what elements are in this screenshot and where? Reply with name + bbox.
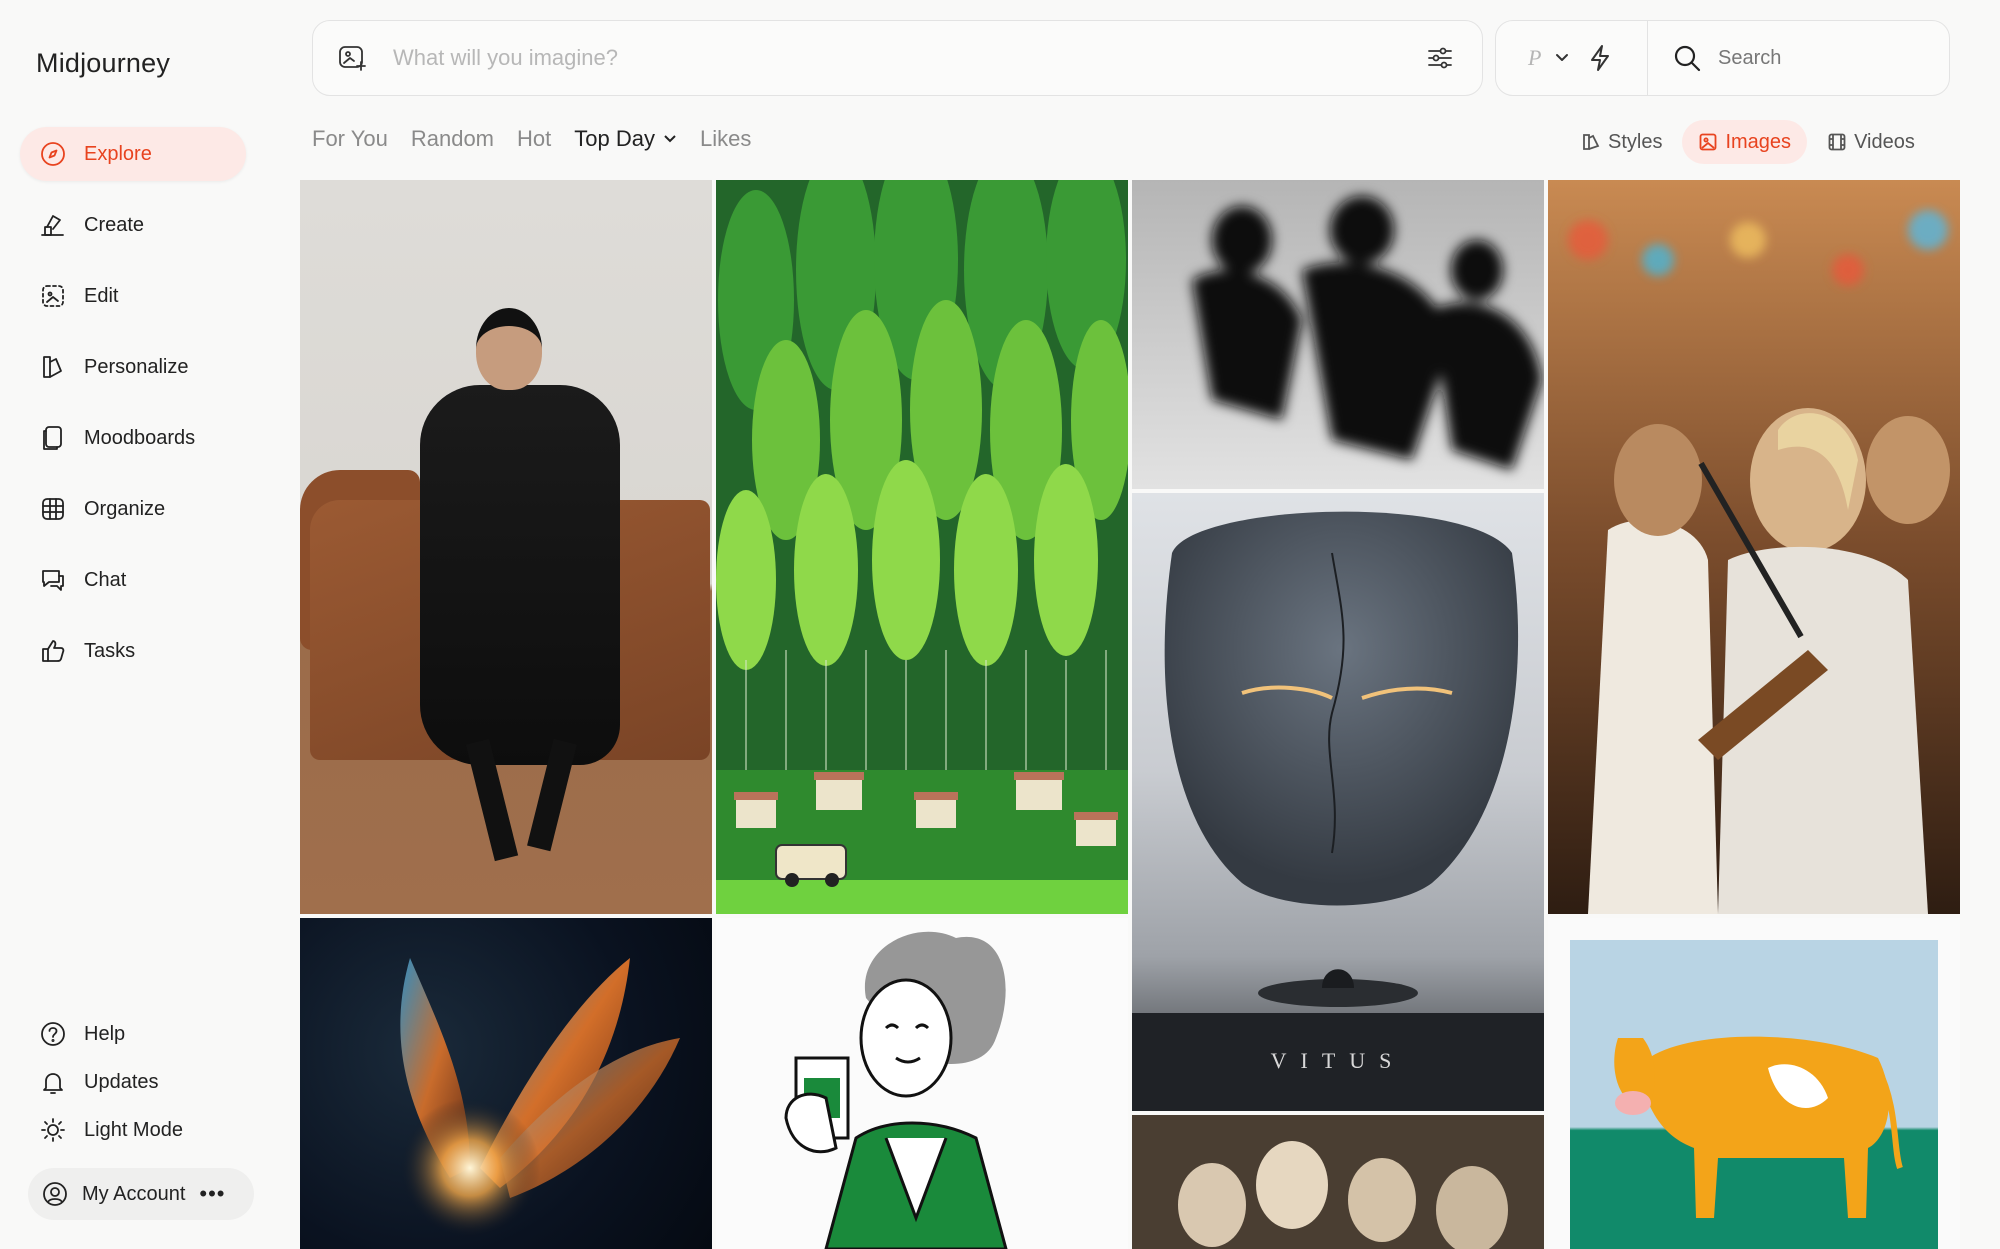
sidebar-item-label: Tasks (84, 639, 136, 662)
cow-artwork (1614, 1036, 1903, 1218)
tab-styles-label: Styles (1608, 130, 1663, 153)
image-tile-forest[interactable] (716, 180, 1128, 914)
search-icon (1674, 45, 1701, 72)
light-mode-label: Light Mode (84, 1118, 183, 1141)
chat-icon (38, 565, 68, 595)
tab-images[interactable]: Images (1682, 120, 1808, 164)
grid-icon (38, 494, 68, 524)
tab-styles[interactable]: Styles (1565, 120, 1678, 164)
sidebar-item-label: Personalize (84, 355, 189, 378)
sidebar-item-label: Moodboards (84, 426, 196, 449)
updates-link[interactable]: Updates (20, 1058, 256, 1106)
film-icon (1828, 133, 1846, 151)
tab-top-day-label: Top Day (574, 126, 655, 151)
sidebar-item-explore[interactable]: Explore (20, 127, 246, 181)
tab-videos[interactable]: Videos (1811, 120, 1931, 164)
more-options-icon[interactable]: ••• (199, 1181, 225, 1207)
toolbar-right: P (1495, 20, 1950, 96)
image-tile-fashion[interactable] (300, 180, 712, 914)
moodboards-icon (38, 423, 68, 453)
account-icon (40, 1179, 70, 1209)
my-account-button[interactable]: My Account ••• (28, 1168, 254, 1220)
personalization-selector[interactable]: P (1496, 21, 1648, 95)
help-label: Help (84, 1022, 126, 1045)
tab-hot[interactable]: Hot (517, 126, 551, 152)
light-mode-toggle[interactable]: Light Mode (20, 1106, 256, 1154)
add-image-icon[interactable] (333, 39, 371, 77)
tab-likes[interactable]: Likes (700, 126, 751, 152)
figure-body (420, 385, 620, 765)
stone-face-artwork (1132, 511, 1544, 1111)
sun-icon (38, 1115, 68, 1145)
poster-title: VITUS (1270, 1048, 1406, 1073)
tab-random[interactable]: Random (411, 126, 494, 152)
brush-icon (38, 210, 68, 240)
sidebar-item-create[interactable]: Create (20, 198, 246, 252)
sidebar-item-organize[interactable]: Organize (20, 482, 246, 536)
forest-artwork (716, 180, 1128, 914)
account-label: My Account (82, 1182, 186, 1205)
settings-sliders-icon[interactable] (1420, 38, 1460, 78)
feed-tabs: For You Random Hot Top Day Likes (312, 126, 774, 152)
sidebar-item-tasks[interactable]: Tasks (20, 624, 246, 678)
sidebar-item-label: Explore (84, 142, 152, 165)
sidebar-item-label: Create (84, 213, 145, 236)
image-tile-runners[interactable] (1132, 180, 1544, 489)
tab-for-you[interactable]: For You (312, 126, 388, 152)
chevron-down-icon (664, 135, 676, 143)
search-input[interactable] (1718, 46, 1918, 70)
edit-frame-icon (38, 281, 68, 311)
media-type-tabs: Styles Images Videos (1565, 120, 1935, 164)
sidebar-item-edit[interactable]: Edit (20, 269, 246, 323)
image-tile-concert[interactable] (1548, 180, 1960, 914)
tab-top-day[interactable]: Top Day (574, 126, 677, 152)
prompt-bar (312, 20, 1483, 96)
sidebar-item-chat[interactable]: Chat (20, 553, 246, 607)
sidebar-item-label: Edit (84, 284, 119, 307)
coffee-illustration (784, 931, 1008, 1249)
sidebar-item-label: Chat (84, 568, 127, 591)
concert-artwork (1548, 180, 1960, 914)
bell-icon (38, 1067, 68, 1097)
image-tile-stone-face[interactable]: VITUS (1132, 493, 1544, 1111)
styles-icon (1583, 134, 1600, 150)
image-tile-cow-poster[interactable] (1548, 918, 1960, 1249)
personalization-p-label: P (1528, 45, 1542, 70)
thumbs-up-icon (38, 636, 68, 666)
sidebar-item-label: Organize (84, 497, 166, 520)
figure-head (476, 308, 542, 390)
image-icon (1700, 133, 1717, 151)
tab-images-label: Images (1725, 130, 1792, 153)
sidebar-item-personalize[interactable]: Personalize (20, 340, 246, 394)
sidebar-nav: Explore Create Edit Personalize Moodboar… (20, 127, 246, 695)
app-logo[interactable]: Midjourney (36, 48, 170, 79)
app: Midjourney Explore Create Edit Personali… (0, 0, 2000, 1249)
sidebar: Midjourney Explore Create Edit Personali… (0, 0, 290, 1249)
wings-artwork (400, 958, 680, 1238)
image-tile-coffee-illustration[interactable] (716, 918, 1128, 1249)
chevron-down-icon (1556, 54, 1569, 61)
lightning-icon[interactable] (1587, 44, 1613, 72)
prompt-input[interactable] (393, 45, 1420, 71)
compass-icon (38, 139, 68, 169)
image-tile-wings[interactable] (300, 918, 712, 1249)
help-icon (38, 1019, 68, 1049)
vintage-photo-artwork (1132, 1115, 1544, 1249)
sidebar-bottom: Help Updates Light Mode (20, 1010, 256, 1154)
personalize-icon (38, 352, 68, 382)
help-link[interactable]: Help (20, 1010, 256, 1058)
search-box[interactable] (1648, 43, 1949, 73)
updates-label: Updates (84, 1070, 159, 1093)
tab-videos-label: Videos (1854, 130, 1915, 153)
image-tile-vintage-photo[interactable] (1132, 1115, 1544, 1249)
sidebar-item-moodboards[interactable]: Moodboards (20, 411, 246, 465)
runners-artwork (1192, 196, 1542, 470)
